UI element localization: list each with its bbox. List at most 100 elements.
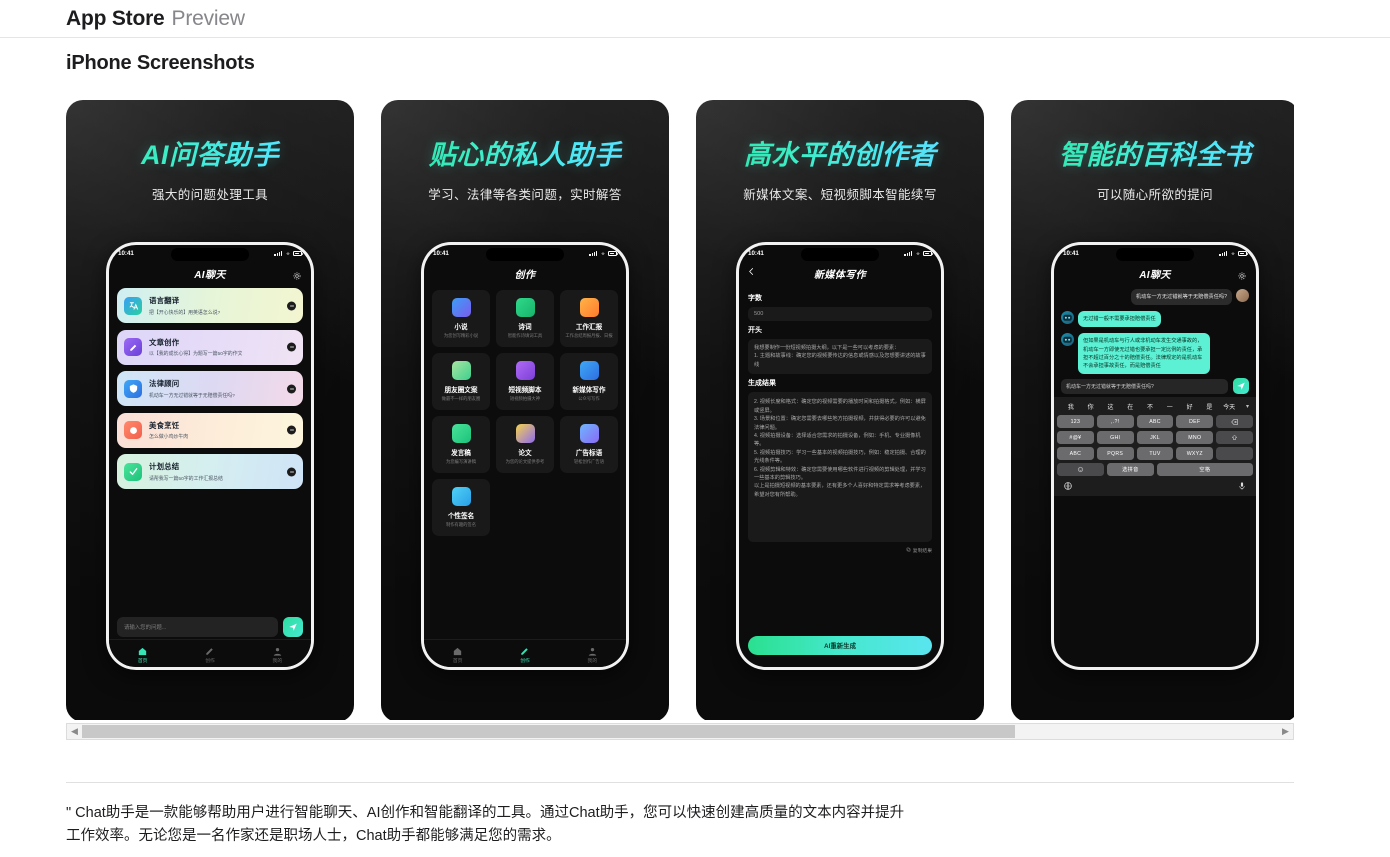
key-ABC[interactable]: ABC	[1057, 447, 1094, 461]
prompt-card[interactable]: 法律顾问 机动车一方无过错就等于无赔偿责任吗?	[117, 371, 303, 406]
suggestion-好[interactable]: 好	[1180, 402, 1200, 411]
create-grid-item[interactable]: 朋友圈文案 做最不一样的朋友圈	[432, 353, 490, 410]
scroll-right-arrow-icon[interactable]: ▶	[1278, 726, 1293, 737]
screenshot-2[interactable]: 贴心的私人助手 学习、法律等各类问题，实时解答 10:41 创作 小说 为您创写…	[381, 100, 669, 720]
chat-input-bar[interactable]: 请输入您的问题...	[117, 617, 303, 637]
tab-bar[interactable]: 首页 创作 我的	[109, 639, 311, 667]
scroll-left-arrow-icon[interactable]: ◀	[67, 726, 82, 737]
screenshot-3[interactable]: 高水平的创作者 新媒体文案、短视频脚本智能续写 10:41 新媒体写作 字数 5…	[696, 100, 984, 720]
key-MNO[interactable]: MNO	[1176, 431, 1214, 445]
tab-首页[interactable]: 首页	[109, 644, 176, 664]
status-time: 10:41	[118, 250, 134, 257]
shift-key[interactable]	[1216, 431, 1253, 445]
globe-icon[interactable]	[1063, 481, 1073, 491]
tab-创作[interactable]: 创作	[176, 644, 243, 664]
gear-icon[interactable]	[1237, 268, 1247, 280]
prompt-card[interactable]: 计划总结 请帮我写一篇50字的工作汇报总结	[117, 454, 303, 489]
key-WXYZ[interactable]: WXYZ	[1176, 447, 1214, 461]
tab-label: 创作	[520, 658, 530, 664]
key-ABC[interactable]: ABC	[1136, 415, 1174, 429]
prompt-card-subtitle: 机动车一方无过错就等于无赔偿责任吗?	[149, 393, 235, 399]
emoji-key[interactable]	[1057, 463, 1104, 477]
scrollbar-track[interactable]	[82, 724, 1278, 739]
chat-input[interactable]: 机动车一方无过错就等于无赔偿责任吗?	[1061, 378, 1228, 394]
send-icon[interactable]	[1233, 378, 1249, 395]
prompt-card[interactable]: 语言翻译 把【开心快乐的】用英语怎么说?	[117, 288, 303, 323]
word-count-input[interactable]: 500	[748, 307, 932, 321]
suggestion-bar[interactable]: 我你这在不一好是今天 ▾	[1057, 400, 1253, 415]
chat-message-user: 机动车一方无过错就等于无赔偿责任吗?	[1061, 289, 1249, 306]
avatar	[1236, 289, 1249, 302]
return-key[interactable]	[1216, 447, 1253, 461]
bot-avatar-icon	[1061, 333, 1074, 347]
phone-notch	[1116, 248, 1194, 261]
result-label: 生成结果	[748, 380, 776, 388]
prompt-card-action-icon[interactable]	[287, 301, 296, 310]
create-grid-item[interactable]: 论文 为您的论文提供参考	[496, 416, 554, 473]
back-arrow-icon[interactable]	[747, 267, 756, 279]
create-grid-item[interactable]: 诗词 智能作诗填词工具	[496, 290, 554, 347]
suggestion-这[interactable]: 这	[1101, 402, 1121, 411]
copy-result-button[interactable]: 复制结果	[748, 547, 932, 554]
suggestion-我[interactable]: 我	[1061, 402, 1081, 411]
create-item-title: 发言稿	[451, 449, 471, 457]
prompt-card[interactable]: 文章创作 以【我的成长心得】为题写一篇50字的作文	[117, 329, 303, 365]
chat-input-bar[interactable]: 机动车一方无过错就等于无赔偿责任吗?	[1054, 374, 1256, 397]
key-空格[interactable]: 空格	[1156, 463, 1253, 477]
screenshots-carousel[interactable]: AI问答助手 强大的问题处理工具 10:41 AI聊天 语言翻译 把【开心快乐的…	[66, 100, 1294, 720]
key-TUV[interactable]: TUV	[1136, 447, 1174, 461]
microphone-icon[interactable]	[1237, 481, 1247, 491]
key-,.?![interactable]: ,.?!	[1096, 415, 1134, 429]
create-grid-item[interactable]: 新媒体写作 公众号写作	[560, 353, 618, 410]
send-icon[interactable]	[283, 617, 303, 637]
prompt-card-action-icon[interactable]	[287, 467, 296, 476]
backspace-key[interactable]	[1216, 415, 1253, 429]
create-grid-item[interactable]: 短视频脚本 短视频拍摄大神	[496, 353, 554, 410]
key-DEF[interactable]: DEF	[1176, 415, 1214, 429]
suggestion-是[interactable]: 是	[1199, 402, 1219, 411]
tab-创作[interactable]: 创作	[491, 644, 558, 664]
create-grid-item[interactable]: 工作汇报 工作总结周报月报、日报	[560, 290, 618, 347]
tab-我的[interactable]: 我的	[559, 644, 626, 664]
create-grid-item[interactable]: 广告标语 轻松创作广告语	[560, 416, 618, 473]
virtual-keyboard[interactable]: 我你这在不一好是今天 ▾ 123,.?! ABC DEF #@¥ GHI JKL MNO AB…	[1054, 397, 1256, 497]
screenshot-subtitle: 可以随心所欲的提问	[1096, 188, 1214, 202]
prompt-card-action-icon[interactable]	[287, 384, 296, 393]
suggestion-不[interactable]: 不	[1140, 402, 1160, 411]
prompt-card-subtitle: 以【我的成长心得】为题写一篇50字的作文	[149, 352, 243, 358]
key-选拼音[interactable]: 选拼音	[1106, 463, 1154, 477]
gear-icon[interactable]	[292, 268, 302, 280]
prompt-card[interactable]: 美食烹饪 怎么做小鸡炒牛肉	[117, 412, 303, 448]
suggestion-一[interactable]: 一	[1160, 402, 1180, 411]
key-#@¥[interactable]: #@¥	[1057, 431, 1094, 445]
tab-首页[interactable]: 首页	[424, 644, 491, 664]
chat-input[interactable]: 请输入您的问题...	[117, 617, 278, 637]
signal-icon	[589, 250, 597, 257]
screenshot-1[interactable]: AI问答助手 强大的问题处理工具 10:41 AI聊天 语言翻译 把【开心快乐的…	[66, 100, 354, 720]
create-item-title: 小说	[454, 323, 468, 331]
create-grid-item[interactable]: 小说 为您创写精彩小说	[432, 290, 490, 347]
result-box: 2. 视频长度和格式：确定您的视频需要的播放时间和拍摄格式，例如：横屏或竖屏。 3…	[748, 392, 932, 543]
phone-screen: 10:41 新媒体写作 字数 500 开头 我想要制作一份短视频拍摄大纲，以下是…	[739, 245, 941, 667]
create-grid-item[interactable]: 发言稿 为您编写演讲稿	[432, 416, 490, 473]
key-PQRS[interactable]: PQRS	[1096, 447, 1134, 461]
horizontal-scrollbar[interactable]: ◀ ▶	[66, 723, 1294, 740]
prompt-card-action-icon[interactable]	[287, 342, 296, 352]
regenerate-button[interactable]: AI重新生成	[748, 636, 932, 655]
prompt-card-text: 语言翻译 把【开心快乐的】用英语怎么说?	[149, 295, 220, 316]
tab-bar[interactable]: 首页 创作 我的	[424, 639, 626, 667]
opening-input[interactable]: 我想要制作一份短视频拍摄大纲，以下是一些可以考虑的要素： 1. 主题和故事线：确定…	[748, 339, 932, 375]
scrollbar-thumb[interactable]	[82, 725, 1015, 738]
tab-我的[interactable]: 我的	[244, 644, 311, 664]
key-JKL[interactable]: JKL	[1136, 431, 1174, 445]
create-grid-item[interactable]: 个性签名 制作有趣的签名	[432, 479, 490, 536]
key-GHI[interactable]: GHI	[1096, 431, 1134, 445]
screenshot-4[interactable]: 智能的百科全书 可以随心所欲的提问 10:41 AI聊天 机动车一方无过错就等于…	[1011, 100, 1294, 720]
prompt-card-action-icon[interactable]	[287, 425, 296, 435]
copy-result-label: 复制结果	[911, 549, 932, 555]
suggestion-在[interactable]: 在	[1120, 402, 1140, 411]
suggestion-你[interactable]: 你	[1081, 402, 1101, 411]
chevron-down-icon[interactable]: ▾	[1239, 403, 1249, 410]
suggestion-今天[interactable]: 今天	[1219, 402, 1239, 411]
key-123[interactable]: 123	[1057, 415, 1094, 429]
